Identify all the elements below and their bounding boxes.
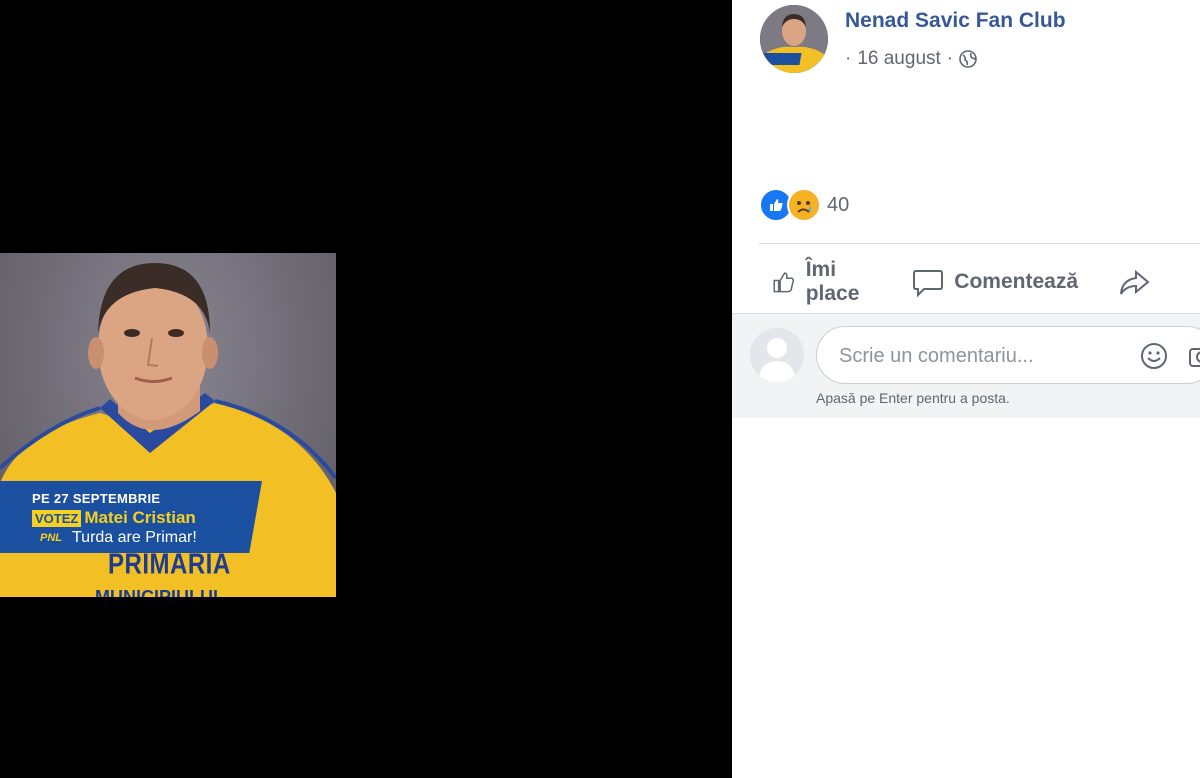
banner-slogan: Turda are Primar! xyxy=(72,529,197,546)
camera-icon[interactable] xyxy=(1187,341,1200,371)
shirt-lettering-2: MUNICIPIULUI xyxy=(95,587,218,597)
shirt-lettering: PRIMARIA xyxy=(108,548,231,581)
campaign-banner-text: PE 27 SEPTEMBRIE VOTEZ Matei Cristian PN… xyxy=(32,491,197,547)
page-name-link[interactable]: Nenad Savic Fan Club xyxy=(845,9,1066,33)
banner-candidate-name: Matei Cristian xyxy=(84,508,196,527)
dot-separator: · xyxy=(845,48,852,69)
dot-separator: · xyxy=(946,48,954,69)
divider xyxy=(759,243,1200,244)
reactions-summary[interactable]: 40 xyxy=(759,188,849,222)
like-button[interactable]: Îmi place xyxy=(772,258,872,306)
reaction-count: 40 xyxy=(827,193,850,216)
page-avatar[interactable] xyxy=(760,5,828,73)
user-avatar xyxy=(750,328,804,382)
comment-label: Comentează xyxy=(954,270,1078,293)
post-sidebar: Nenad Savic Fan Club · 16 august · 40 Îm… xyxy=(732,0,1200,778)
post-photo[interactable]: PE 27 SEPTEMBRIE VOTEZ Matei Cristian PN… xyxy=(0,253,336,597)
share-button[interactable] xyxy=(1118,266,1160,298)
comment-composer: Apasă pe Enter pentru a posta. xyxy=(732,313,1200,418)
comment-icon xyxy=(913,270,944,298)
emoji-icon[interactable] xyxy=(1139,341,1169,371)
post-meta: · 16 august · xyxy=(845,48,977,70)
like-label: Îmi place xyxy=(805,258,860,305)
post-actions: Îmi place Comentează xyxy=(772,258,1200,306)
comment-input[interactable] xyxy=(837,341,1121,371)
share-icon xyxy=(1120,269,1150,295)
avatar-image xyxy=(760,5,828,73)
banner-date: PE 27 SEPTEMBRIE xyxy=(32,491,161,506)
globe-icon[interactable] xyxy=(959,50,977,68)
comment-input-wrapper xyxy=(816,326,1200,384)
banner-votez: VOTEZ xyxy=(32,509,82,527)
sad-reaction-icon xyxy=(787,188,821,222)
thumbs-up-icon xyxy=(773,272,795,293)
party-logo: PNL xyxy=(40,532,62,544)
comment-button[interactable]: Comentează xyxy=(912,266,1078,298)
post-date-link[interactable]: 16 august xyxy=(857,48,940,70)
comment-hint: Apasă pe Enter pentru a posta. xyxy=(816,390,1010,406)
photo-viewer: PE 27 SEPTEMBRIE VOTEZ Matei Cristian PN… xyxy=(0,0,732,778)
